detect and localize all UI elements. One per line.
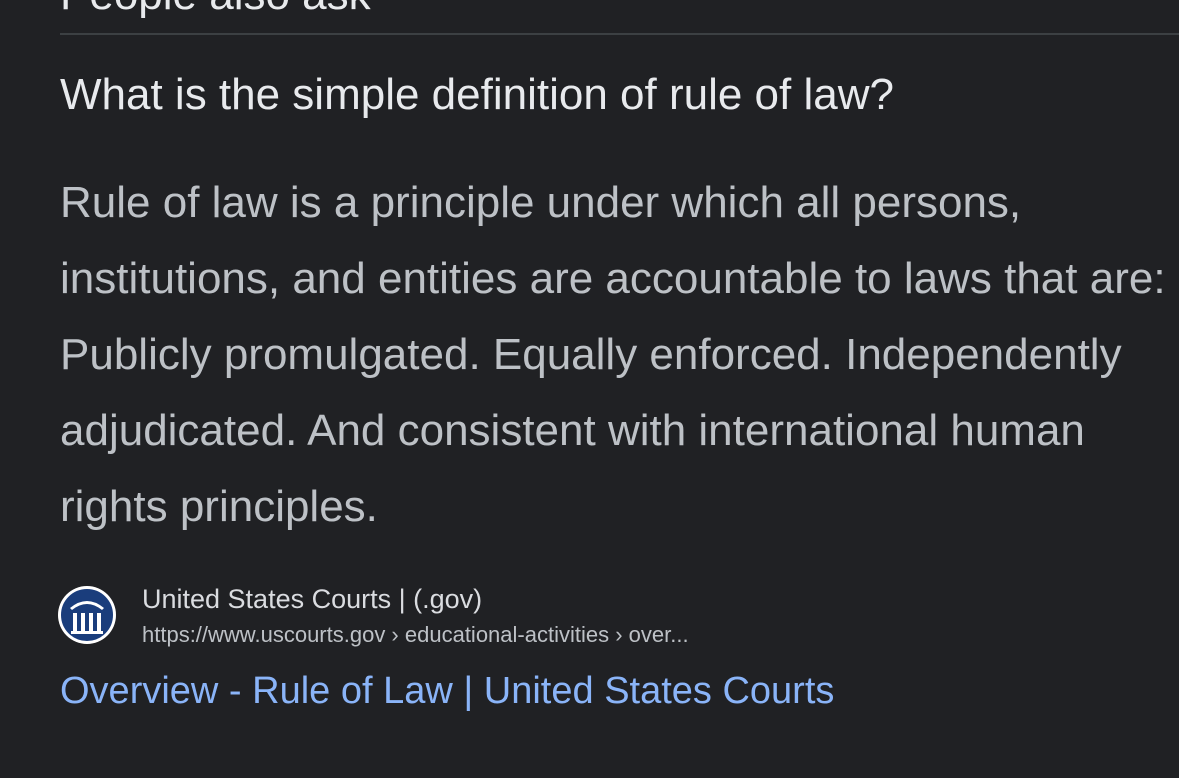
- divider: [60, 33, 1179, 35]
- source-site-name: United States Courts | (.gov): [142, 584, 483, 614]
- source-url: https://www.uscourts.gov › educational-a…: [142, 622, 689, 647]
- source-attribution[interactable]: United States Courts | (.gov) https://ww…: [58, 582, 689, 650]
- answer-snippet: Rule of law is a principle under which a…: [60, 178, 1166, 531]
- question-heading[interactable]: What is the simple definition of rule of…: [60, 70, 894, 120]
- section-header: People also ask: [60, 0, 371, 20]
- result-title-link[interactable]: Overview - Rule of Law | United States C…: [60, 670, 834, 713]
- us-courts-logo-icon: [58, 586, 116, 644]
